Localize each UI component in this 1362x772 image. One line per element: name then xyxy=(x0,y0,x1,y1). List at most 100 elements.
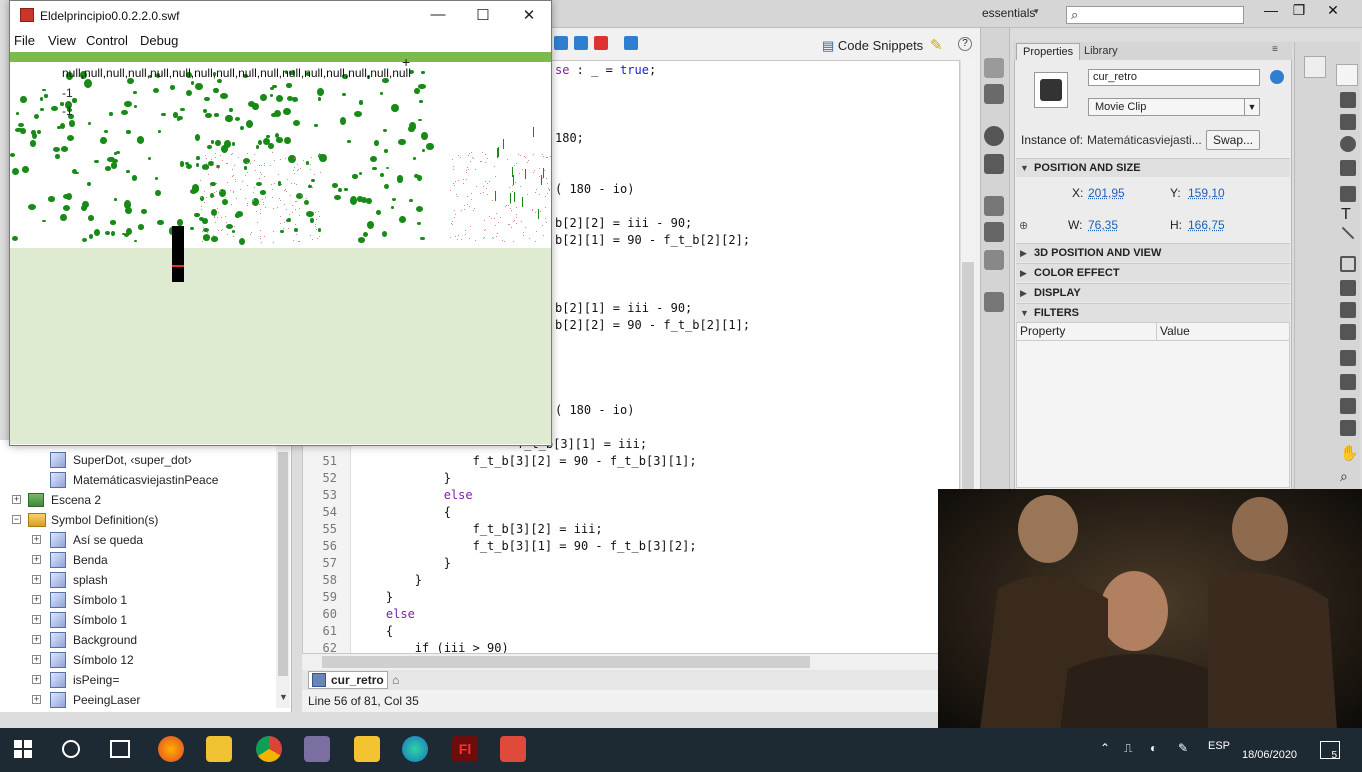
ide-restore-button[interactable]: ❐ xyxy=(1284,2,1314,24)
section-color-effect[interactable]: ▶ COLOR EFFECT xyxy=(1016,263,1290,282)
file-explorer-icon[interactable] xyxy=(206,736,232,762)
hand-tool-icon[interactable]: ✋ xyxy=(1340,444,1359,462)
y-value[interactable]: 159,10 xyxy=(1188,186,1225,200)
zoom-tool-icon[interactable]: ⌕ xyxy=(1340,468,1348,485)
section-3d-position[interactable]: ▶ 3D POSITION AND VIEW xyxy=(1016,243,1290,262)
flash-app-icon[interactable]: Fl xyxy=(452,736,478,762)
w-value[interactable]: 76,35 xyxy=(1088,218,1118,232)
free-transform-tool-icon[interactable] xyxy=(1340,114,1356,130)
expand-icon[interactable]: + xyxy=(12,495,21,504)
code-snippets-button[interactable]: ▤ Code Snippets xyxy=(822,38,923,54)
chevron-down-icon[interactable]: ▾ xyxy=(1034,6,1039,17)
section-position-size[interactable]: ▼ POSITION AND SIZE xyxy=(1016,158,1290,177)
mmd-app-icon[interactable] xyxy=(500,736,526,762)
library-item[interactable]: + Benda xyxy=(0,550,276,570)
chrome-icon[interactable] xyxy=(256,736,282,762)
volume-muted-icon[interactable]: ◐ xyxy=(1150,741,1157,755)
expand-icon[interactable]: + xyxy=(32,695,41,704)
library-item[interactable]: + Símbolo 12 xyxy=(0,650,276,670)
wand-icon[interactable]: ✎ xyxy=(930,36,943,54)
pencil-tool-icon[interactable] xyxy=(1340,280,1356,296)
components-panel-icon[interactable] xyxy=(984,222,1004,242)
expand-icon[interactable]: + xyxy=(32,655,41,664)
windows-start-icon[interactable] xyxy=(14,740,32,758)
lasso-tool-icon[interactable] xyxy=(1340,160,1356,176)
video-player-overlay[interactable] xyxy=(938,489,1362,745)
rectangle-tool-icon[interactable] xyxy=(1340,256,1356,272)
chevron-down-icon[interactable]: ▼ xyxy=(1244,99,1259,115)
help-icon[interactable]: ? xyxy=(958,37,972,51)
library-item[interactable]: + PeeingLaser xyxy=(0,690,276,710)
info-panel-icon[interactable] xyxy=(984,126,1004,146)
expand-icon[interactable]: + xyxy=(32,555,41,564)
menu-control[interactable]: Control xyxy=(86,33,128,48)
grid-panel-icon[interactable] xyxy=(984,84,1004,104)
input-language[interactable]: ESP xyxy=(1208,740,1230,752)
expand-icon[interactable]: + xyxy=(32,615,41,624)
expand-icon[interactable]: + xyxy=(32,535,41,544)
globe-icon[interactable] xyxy=(1270,70,1284,84)
pen-icon[interactable]: ✎ xyxy=(1178,741,1188,755)
subselection-tool-icon[interactable] xyxy=(1340,92,1356,108)
section-display[interactable]: ▶ DISPLAY xyxy=(1016,283,1290,302)
expand-icon[interactable]: + xyxy=(32,635,41,644)
library-item[interactable]: − Symbol Definition(s) xyxy=(0,510,276,530)
notification-center-icon[interactable]: 5 xyxy=(1320,741,1340,761)
swf-maximize-button[interactable]: ☐ xyxy=(473,6,493,26)
library-item[interactable]: + isPeing= xyxy=(0,670,276,690)
panel-menu-icon[interactable]: ≡ xyxy=(1272,44,1278,55)
bone-tool-icon[interactable] xyxy=(1340,350,1356,366)
task-view-icon[interactable] xyxy=(110,740,130,758)
ide-minimize-button[interactable]: — xyxy=(1256,2,1286,24)
symbol-type-select[interactable]: Movie Clip xyxy=(1088,98,1260,116)
timeline-icon[interactable] xyxy=(1304,56,1326,78)
swf-stage[interactable]: null,null,null,null,null,null,null,null,… xyxy=(10,52,551,444)
video-app-icon[interactable] xyxy=(304,736,330,762)
chevron-up-icon[interactable]: ⌃ xyxy=(1100,741,1110,755)
winrar-icon[interactable] xyxy=(354,736,380,762)
library-item[interactable]: + Background xyxy=(0,630,276,650)
motion-panel-icon[interactable] xyxy=(984,250,1004,270)
swap-button[interactable]: Swap... xyxy=(1206,130,1260,150)
expand-icon[interactable]: + xyxy=(32,595,41,604)
library-item[interactable]: + Símbolo 1 xyxy=(0,610,276,630)
code-horizontal-scroll-thumb[interactable] xyxy=(322,656,810,668)
tab-properties[interactable]: Properties xyxy=(1016,43,1081,60)
color-panel-icon[interactable] xyxy=(984,58,1004,78)
menu-file[interactable]: File xyxy=(14,33,35,48)
cortana-icon[interactable] xyxy=(62,740,80,758)
library-item[interactable]: + Escena 2 xyxy=(0,490,276,510)
code-vertical-scroll-thumb[interactable] xyxy=(962,262,974,492)
actions-toolbar-icons[interactable] xyxy=(552,34,652,54)
selection-tool-icon[interactable] xyxy=(1336,64,1358,86)
paint-bucket-tool-icon[interactable] xyxy=(1340,374,1356,390)
brush-tool-icon[interactable] xyxy=(1340,302,1356,318)
library-item[interactable]: SuperDot, ‹super_dot› xyxy=(0,450,276,470)
network-icon[interactable]: ⎍ xyxy=(1124,741,1132,756)
library-item[interactable]: + Símbolo 1 xyxy=(0,590,276,610)
ide-close-button[interactable]: ✕ xyxy=(1318,2,1348,24)
workspace-switcher[interactable]: essentials xyxy=(982,6,1035,20)
swf-close-button[interactable]: ✕ xyxy=(519,6,539,26)
text-tool-icon[interactable]: T xyxy=(1341,206,1351,224)
library-item[interactable]: + Así se queda xyxy=(0,530,276,550)
link-icon[interactable]: ⊕ xyxy=(1019,219,1028,232)
collapse-icon[interactable]: − xyxy=(12,515,21,524)
library-item[interactable]: + splash xyxy=(0,570,276,590)
menu-debug[interactable]: Debug xyxy=(140,33,178,48)
pin-icon[interactable]: ⌂ xyxy=(392,673,399,687)
library-panel-icon[interactable] xyxy=(984,292,1004,312)
expand-icon[interactable]: + xyxy=(32,575,41,584)
section-filters[interactable]: ▼ FILTERS xyxy=(1016,303,1290,322)
3d-rotation-tool-icon[interactable] xyxy=(1340,136,1356,152)
code-panel-icon[interactable] xyxy=(984,196,1004,216)
tab-library[interactable]: Library xyxy=(1078,43,1124,60)
menu-view[interactable]: View xyxy=(48,33,76,48)
firefox-icon[interactable] xyxy=(158,736,184,762)
eyedropper-tool-icon[interactable] xyxy=(1340,398,1356,414)
expand-icon[interactable]: + xyxy=(32,675,41,684)
swf-minimize-button[interactable]: — xyxy=(428,6,448,26)
transform-panel-icon[interactable] xyxy=(984,154,1004,174)
edge-icon[interactable] xyxy=(402,736,428,762)
tray-date[interactable]: 18/06/2020 xyxy=(1242,749,1297,761)
